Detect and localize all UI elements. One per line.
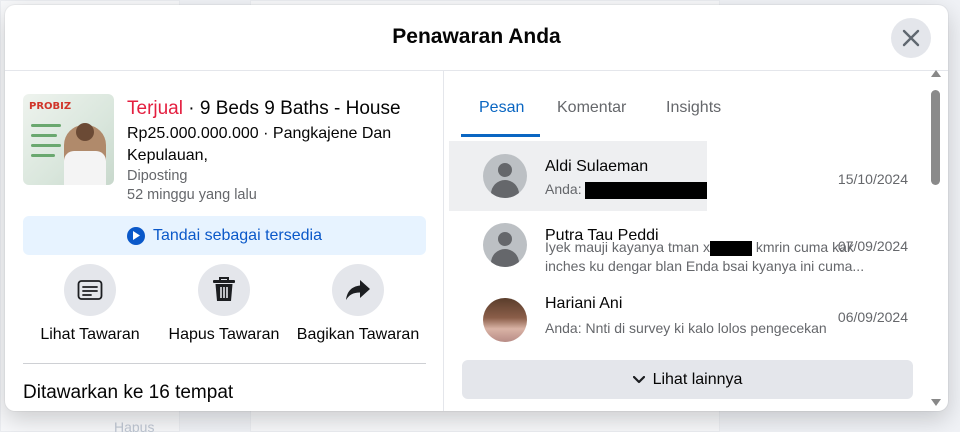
action-circle bbox=[198, 264, 250, 316]
view-offer-button[interactable]: Lihat Tawaran bbox=[20, 264, 160, 344]
see-more-label: Lihat lainnya bbox=[652, 370, 743, 388]
dialog-scrollbar[interactable] bbox=[929, 70, 943, 406]
conversation-row[interactable]: Hariani Ani Anda: Nnti di survey ki kalo… bbox=[461, 285, 912, 355]
thumbnail-decoration bbox=[31, 124, 61, 127]
conversation-date: 06/09/2024 bbox=[837, 309, 908, 325]
photo-avatar bbox=[483, 298, 527, 342]
avatar-head bbox=[498, 163, 512, 177]
listing-title[interactable]: Terjual · 9 Beds 9 Baths - House bbox=[127, 98, 401, 120]
conversation-preview: Iyek mauji kayanya tman x kmrin cuma kak bbox=[545, 239, 854, 256]
listing-thumbnail[interactable]: PROBIZ bbox=[23, 94, 114, 185]
scroll-thumb[interactable] bbox=[931, 90, 940, 185]
share-offer-label: Bagikan Tawaran bbox=[296, 326, 420, 343]
share-icon bbox=[346, 280, 370, 300]
conversation-preview: Anda: Nnti di survey ki kalo lolos penge… bbox=[545, 320, 827, 336]
conversation-row[interactable]: Aldi Sulaeman Anda: 15/10/2024 bbox=[449, 141, 912, 211]
trash-icon bbox=[213, 277, 235, 301]
thumbnail-decoration bbox=[31, 144, 61, 147]
redacted-block bbox=[585, 181, 708, 199]
conversation-date: 07/09/2024 bbox=[837, 238, 908, 254]
scroll-down-arrow[interactable] bbox=[931, 399, 941, 406]
avatar-head bbox=[498, 232, 512, 246]
thumbnail-brand-logo: PROBIZ bbox=[29, 101, 72, 112]
see-more-button[interactable]: Lihat lainnya bbox=[462, 360, 913, 399]
delete-offer-button[interactable]: Hapus Tawaran bbox=[154, 264, 294, 344]
listing-posted-time: 52 minggu yang lalu bbox=[127, 187, 257, 203]
messages-panel: Pesan Komentar Insights Aldi Sulaeman An… bbox=[445, 71, 948, 411]
avatar-body bbox=[491, 249, 519, 267]
conversation-row[interactable]: Putra Tau Peddi Iyek mauji kayanya tman … bbox=[461, 210, 912, 280]
default-avatar bbox=[483, 154, 527, 198]
active-tab-indicator bbox=[461, 134, 540, 137]
conversation-name: Hariani Ani bbox=[545, 295, 623, 312]
chevron-down-icon bbox=[632, 375, 645, 383]
offered-places-heading: Ditawarkan ke 16 tempat bbox=[23, 382, 234, 403]
preview-text: Iyek mauji kayanya tman x bbox=[545, 239, 710, 255]
preview-text: Anda: bbox=[545, 181, 586, 197]
close-icon bbox=[902, 29, 920, 47]
background-delete-label: Hapus bbox=[114, 419, 155, 432]
conversation-preview: Anda: bbox=[545, 181, 708, 199]
action-circle bbox=[332, 264, 384, 316]
tab-messages[interactable]: Pesan bbox=[479, 99, 524, 117]
dialog-header: Penawaran Anda bbox=[5, 5, 948, 71]
redacted-block bbox=[709, 240, 752, 256]
play-icon bbox=[126, 226, 145, 245]
thumbnail-decoration bbox=[31, 134, 57, 137]
mark-available-label: Tandai sebagai tersedia bbox=[152, 226, 322, 244]
listing-icon bbox=[77, 280, 103, 300]
delete-offer-label: Hapus Tawaran bbox=[168, 326, 280, 343]
thumbnail-person-shirt bbox=[64, 151, 106, 185]
listing-panel: PROBIZ Terjual · 9 Beds 9 Baths - House … bbox=[5, 71, 444, 411]
action-circle bbox=[64, 264, 116, 316]
mark-available-button[interactable]: Tandai sebagai tersedia bbox=[23, 216, 426, 255]
scroll-up-arrow[interactable] bbox=[931, 70, 941, 77]
tab-comments[interactable]: Komentar bbox=[557, 99, 626, 117]
listing-title-text: · 9 Beds 9 Baths - House bbox=[182, 98, 401, 119]
default-avatar bbox=[483, 223, 527, 267]
conversation-name: Aldi Sulaeman bbox=[545, 158, 649, 175]
avatar-body bbox=[491, 180, 519, 198]
listing-posted-label: Diposting bbox=[127, 168, 188, 184]
section-divider bbox=[23, 363, 426, 364]
listing-status: Terjual bbox=[127, 98, 183, 119]
share-offer-button[interactable]: Bagikan Tawaran bbox=[288, 264, 428, 344]
offer-dialog: Penawaran Anda PROBIZ Terjual · 9 Beds 9… bbox=[5, 5, 948, 411]
listing-price-location: Rp25.000.000.000 · Pangkajene Dan Kepula… bbox=[127, 125, 392, 164]
tab-insights[interactable]: Insights bbox=[666, 99, 721, 117]
thumbnail-decoration bbox=[31, 154, 55, 157]
conversation-date: 15/10/2024 bbox=[837, 171, 908, 187]
dialog-title: Penawaran Anda bbox=[392, 25, 561, 48]
view-offer-label: Lihat Tawaran bbox=[40, 326, 140, 343]
close-button[interactable] bbox=[891, 18, 931, 58]
conversation-preview-line2: inches ku dengar blan Enda bsai kyanya i… bbox=[545, 258, 865, 274]
